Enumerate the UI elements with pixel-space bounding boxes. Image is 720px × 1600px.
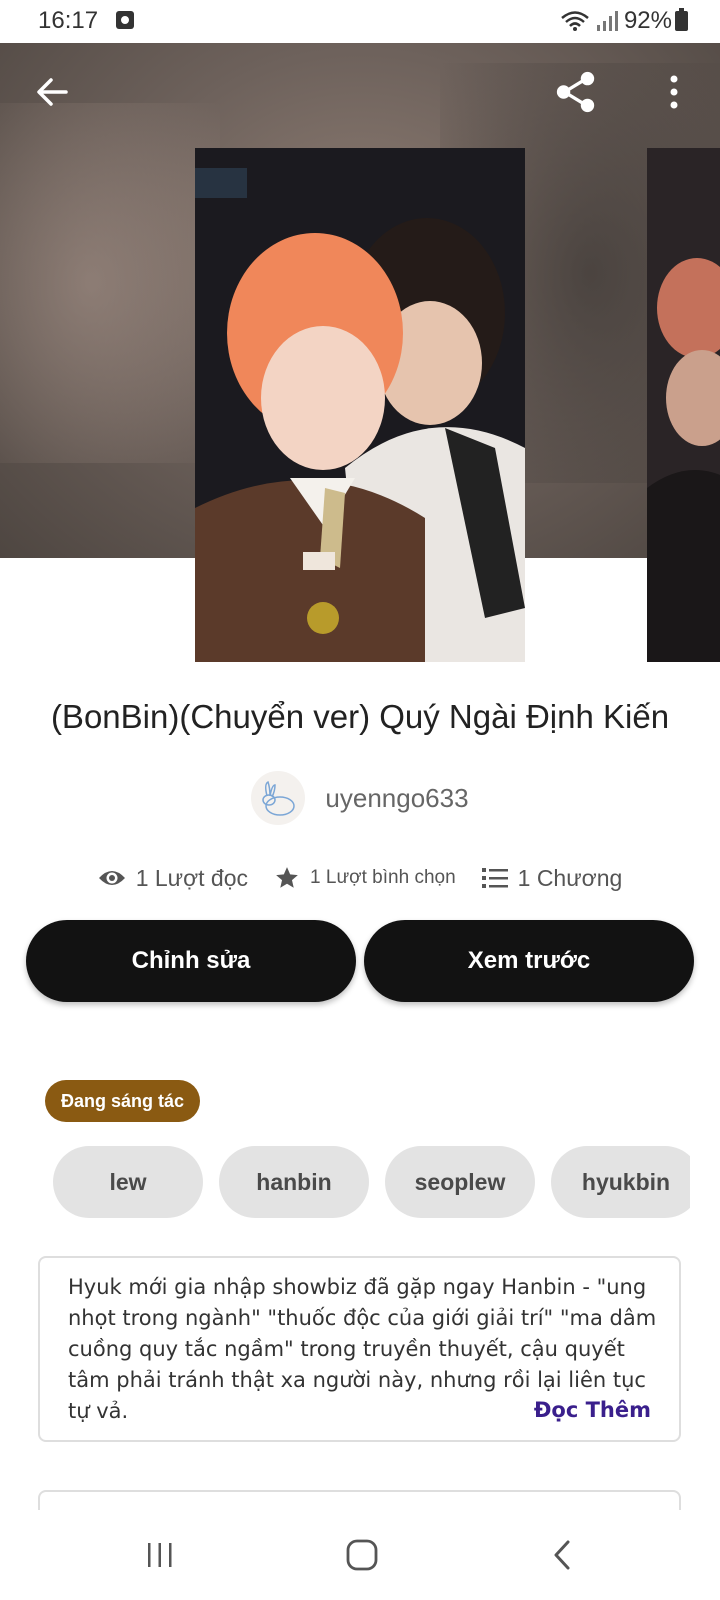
next-cover-photo [647, 148, 720, 662]
author-row[interactable]: uyenngo633 [0, 770, 720, 826]
status-bar: 16:17 92% [0, 0, 720, 43]
signal-icon [596, 11, 618, 31]
chapters-count: 1 Chương [517, 864, 623, 891]
battery-icon [675, 8, 688, 31]
story-title: (BonBin)(Chuyển ver) Quý Ngài Định Kiến [50, 698, 670, 735]
tags-row[interactable]: lew hanbin seoplew hyukbin [53, 1146, 690, 1218]
votes-stat: 1 Lượt bình chọn [274, 865, 456, 891]
more-vertical-icon [670, 75, 678, 109]
status-time: 16:17 [38, 7, 99, 34]
share-icon [556, 71, 595, 113]
arrow-left-icon [37, 78, 68, 106]
more-options-button[interactable] [652, 70, 696, 114]
chapters-stat: 1 Chương [481, 864, 623, 892]
back-nav-button[interactable] [532, 1530, 592, 1580]
wifi-icon [561, 11, 589, 31]
next-cover-image[interactable] [647, 148, 720, 662]
story-stats: 1 Lượt đọc 1 Lượt bình chọn 1 Chương [0, 858, 720, 898]
star-icon [276, 867, 298, 888]
back-button[interactable] [30, 70, 74, 114]
author-name[interactable]: uyenngo633 [325, 783, 468, 814]
description-card: Hyuk mới gia nhập showbiz đã gặp ngay Ha… [38, 1256, 681, 1442]
home-button[interactable] [332, 1530, 392, 1580]
recent-apps-button[interactable] [130, 1530, 190, 1580]
votes-count: 1 Lượt bình chọn [310, 867, 456, 888]
story-cover-image[interactable] [195, 148, 525, 662]
edit-button[interactable]: Chỉnh sửa [26, 920, 356, 1002]
reads-count: 1 Lượt đọc [135, 864, 249, 891]
avatar[interactable] [251, 771, 306, 825]
preview-button[interactable]: Xem trước [364, 920, 694, 1002]
battery-percent: 92% [623, 7, 672, 34]
recent-apps-icon [148, 1543, 172, 1567]
read-more-link[interactable]: Đọc Thêm [534, 1398, 651, 1422]
tag-chip[interactable]: lew [53, 1146, 203, 1218]
tag-chip[interactable]: hanbin [219, 1146, 369, 1218]
rabbit-avatar-icon [262, 780, 296, 816]
chevron-left-icon [554, 1540, 570, 1570]
share-button[interactable] [554, 70, 598, 114]
eye-icon [98, 871, 125, 885]
tag-chip[interactable]: hyukbin [551, 1146, 690, 1218]
tag-chip[interactable]: seoplew [385, 1146, 535, 1218]
cover-photo [195, 148, 525, 662]
home-icon [346, 1539, 378, 1571]
system-nav-bar [0, 1510, 720, 1600]
list-icon [481, 868, 508, 888]
reads-stat: 1 Lượt đọc [98, 865, 248, 892]
notification-icon [116, 11, 134, 29]
status-badge: Đang sáng tác [45, 1080, 201, 1122]
status-indicators: 92% [560, 7, 672, 35]
